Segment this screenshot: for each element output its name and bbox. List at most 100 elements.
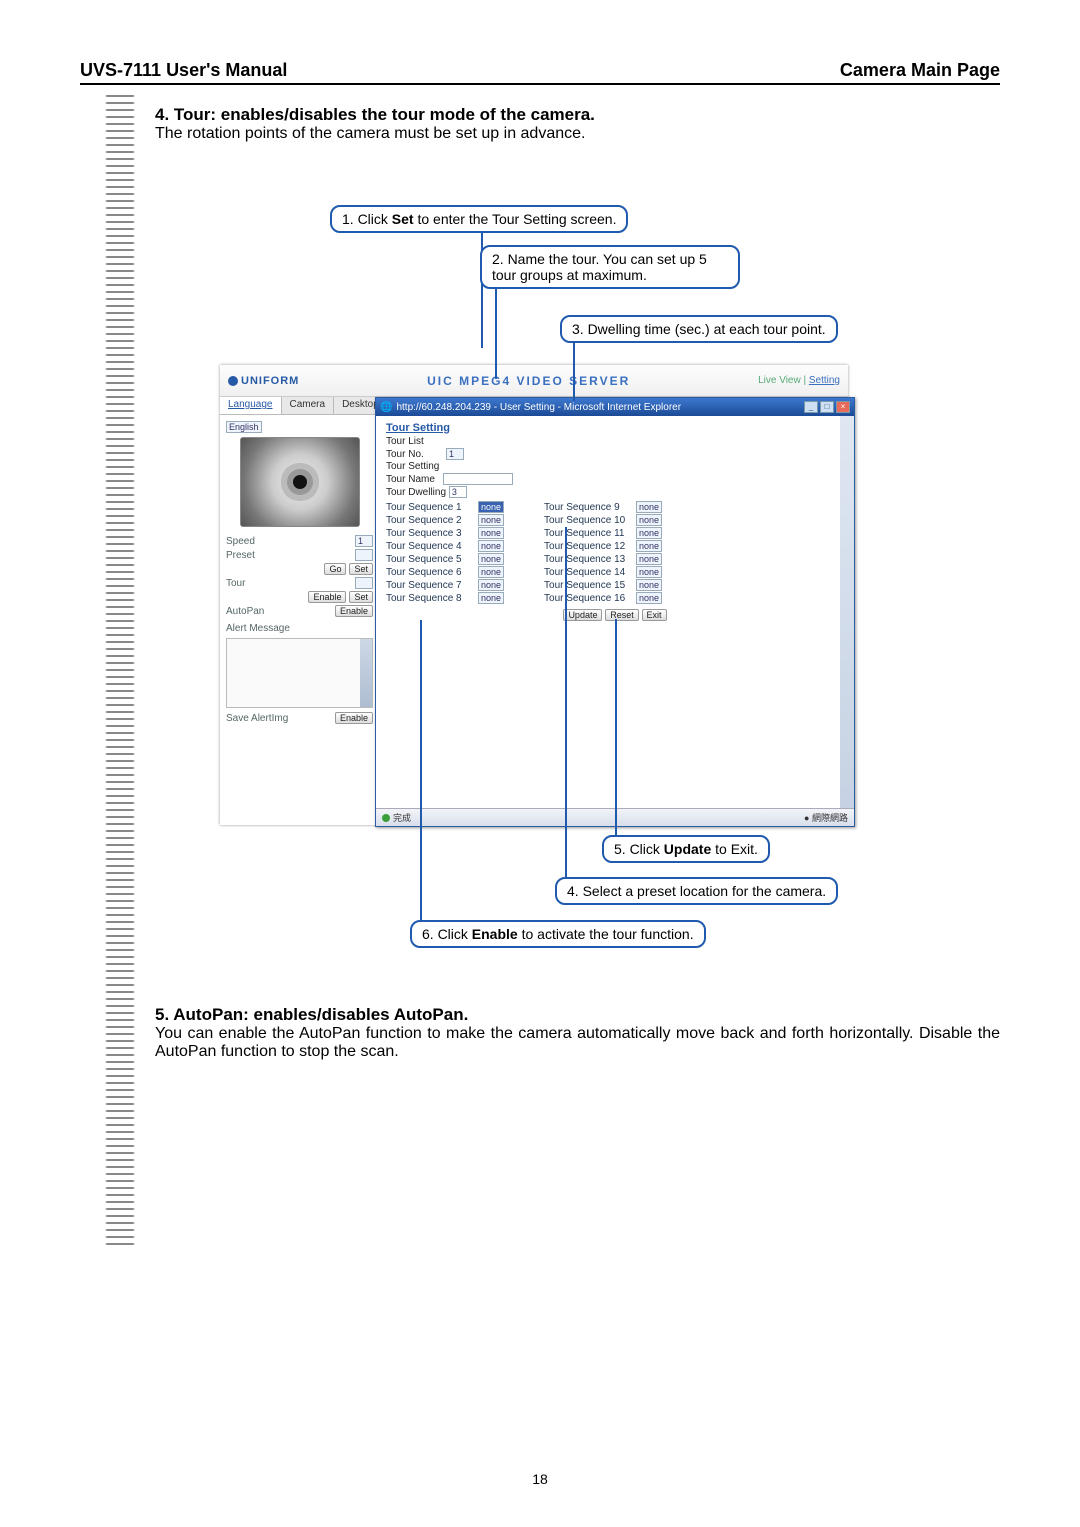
label-savealert: Save AlertImg — [226, 713, 306, 724]
go-button[interactable]: Go — [324, 563, 346, 575]
seq-label: Tour Sequence 3 — [386, 528, 478, 539]
exit-button[interactable]: Exit — [642, 609, 667, 621]
camera-preview — [240, 437, 360, 527]
page-header: UVS-7111 User's Manual Camera Main Page — [80, 60, 1000, 85]
seq-label: Tour Sequence 8 — [386, 593, 478, 604]
speed-select[interactable]: 1 — [355, 535, 373, 547]
callout-6-line — [420, 620, 422, 922]
seq-row: Tour Sequence 5none — [386, 553, 504, 565]
seq-row: Tour Sequence 6none — [386, 566, 504, 578]
seq-select[interactable]: none — [478, 553, 504, 565]
seq-select[interactable]: none — [478, 501, 504, 513]
tour-set-button[interactable]: Set — [349, 591, 373, 603]
ie-titlebar: 🌐 http://60.248.204.239 - User Setting -… — [376, 398, 854, 416]
tourname-label: Tour Name — [386, 474, 435, 485]
close-button[interactable]: × — [836, 401, 850, 413]
toursetting-label: Tour Setting — [386, 461, 844, 472]
seq-select[interactable]: none — [478, 514, 504, 526]
tourno-select[interactable]: 1 — [446, 448, 464, 460]
ie-icon: 🌐 — [380, 402, 392, 413]
savealert-enable-button[interactable]: Enable — [335, 712, 373, 724]
status-right: ● 網際網路 — [804, 811, 848, 824]
tour-setting-heading: Tour Setting — [386, 422, 844, 434]
seq-row: Tour Sequence 12none — [544, 540, 662, 552]
banner-links: Live View | Setting — [758, 375, 840, 386]
callout-5: 5. Click Update to Exit. — [602, 835, 770, 863]
seq-select[interactable]: none — [478, 579, 504, 591]
setting-link[interactable]: Setting — [809, 375, 840, 386]
seq-label: Tour Sequence 4 — [386, 541, 478, 552]
section4-title: 4. Tour: enables/disables the tour mode … — [155, 105, 1000, 125]
alert-box — [226, 638, 373, 708]
section5-body: You can enable the AutoPan function to m… — [155, 1025, 1000, 1061]
tour-select[interactable] — [355, 577, 373, 589]
minimize-button[interactable]: _ — [804, 401, 818, 413]
seq-select[interactable]: none — [636, 579, 662, 591]
seq-select[interactable]: none — [636, 527, 662, 539]
seq-row: Tour Sequence 1none — [386, 501, 504, 513]
seq-row: Tour Sequence 14none — [544, 566, 662, 578]
maximize-button[interactable]: □ — [820, 401, 834, 413]
banner-title: UIC MPEG4 VIDEO SERVER — [299, 374, 758, 388]
tourdwelling-label: Tour Dwelling — [386, 487, 446, 498]
section5-title: 5. AutoPan: enables/disables AutoPan. — [155, 1005, 1000, 1025]
callout-3-line — [573, 343, 575, 401]
set-button[interactable]: Set — [349, 563, 373, 575]
seq-label: Tour Sequence 6 — [386, 567, 478, 578]
tourdwelling-input[interactable]: 3 — [449, 486, 467, 498]
screenshot-panel: UNIFORM UIC MPEG4 VIDEO SERVER Live View… — [220, 365, 848, 825]
callout-2: 2. Name the tour. You can set up 5 tour … — [480, 245, 740, 289]
callout-6: 6. Click Enable to activate the tour fun… — [410, 920, 706, 948]
screenshot-left-panel: English Speed1 Preset Go Set Tour Enable… — [220, 415, 380, 825]
callout-5-line — [615, 619, 617, 837]
seq-row: Tour Sequence 9none — [544, 501, 662, 513]
seq-row: Tour Sequence 3none — [386, 527, 504, 539]
reset-button[interactable]: Reset — [605, 609, 639, 621]
callout-4-line — [565, 527, 567, 879]
seq-select[interactable]: none — [478, 527, 504, 539]
seq-select[interactable]: none — [636, 540, 662, 552]
seq-label: Tour Sequence 15 — [544, 580, 636, 591]
seq-select[interactable]: none — [478, 540, 504, 552]
seq-row: Tour Sequence 7none — [386, 579, 504, 591]
seq-label: Tour Sequence 11 — [544, 528, 636, 539]
seq-row: Tour Sequence 15none — [544, 579, 662, 591]
seq-select[interactable]: none — [478, 592, 504, 604]
preset-select[interactable] — [355, 549, 373, 561]
seq-label: Tour Sequence 13 — [544, 554, 636, 565]
seq-select[interactable]: none — [636, 514, 662, 526]
tourname-input[interactable] — [443, 473, 513, 485]
screenshot-banner: UNIFORM UIC MPEG4 VIDEO SERVER Live View… — [220, 365, 848, 397]
ie-scrollbar[interactable] — [840, 416, 854, 808]
section4-body: The rotation points of the camera must b… — [155, 125, 1000, 143]
alert-scrollbar[interactable] — [360, 639, 372, 707]
liveview-link[interactable]: Live View — [758, 375, 801, 386]
autopan-enable-button[interactable]: Enable — [335, 605, 373, 617]
seq-row: Tour Sequence 10none — [544, 514, 662, 526]
seq-row: Tour Sequence 11none — [544, 527, 662, 539]
label-preset: Preset — [226, 550, 274, 561]
page-number: 18 — [0, 1471, 1080, 1487]
tour-enable-button[interactable]: Enable — [308, 591, 346, 603]
callout-2-line — [495, 289, 497, 379]
label-autopan: AutoPan — [226, 606, 274, 617]
seq-select[interactable]: none — [636, 592, 662, 604]
callout-3: 3. Dwelling time (sec.) at each tour poi… — [560, 315, 838, 343]
update-button[interactable]: Update — [563, 609, 602, 621]
seq-row: Tour Sequence 16none — [544, 592, 662, 604]
seq-label: Tour Sequence 5 — [386, 554, 478, 565]
tab-language[interactable]: Language — [220, 397, 282, 414]
seq-label: Tour Sequence 9 — [544, 502, 636, 513]
header-left: UVS-7111 User's Manual — [80, 60, 287, 81]
seq-label: Tour Sequence 1 — [386, 502, 478, 513]
seq-select[interactable]: none — [636, 566, 662, 578]
seq-select[interactable]: none — [636, 501, 662, 513]
tab-camera[interactable]: Camera — [282, 397, 335, 414]
brand-logo: UNIFORM — [228, 375, 299, 387]
language-select[interactable]: English — [226, 421, 262, 433]
seq-select[interactable]: none — [478, 566, 504, 578]
seq-label: Tour Sequence 10 — [544, 515, 636, 526]
seq-select[interactable]: none — [636, 553, 662, 565]
callout-1: 1. Click Set to enter the Tour Setting s… — [330, 205, 628, 233]
seq-label: Tour Sequence 2 — [386, 515, 478, 526]
